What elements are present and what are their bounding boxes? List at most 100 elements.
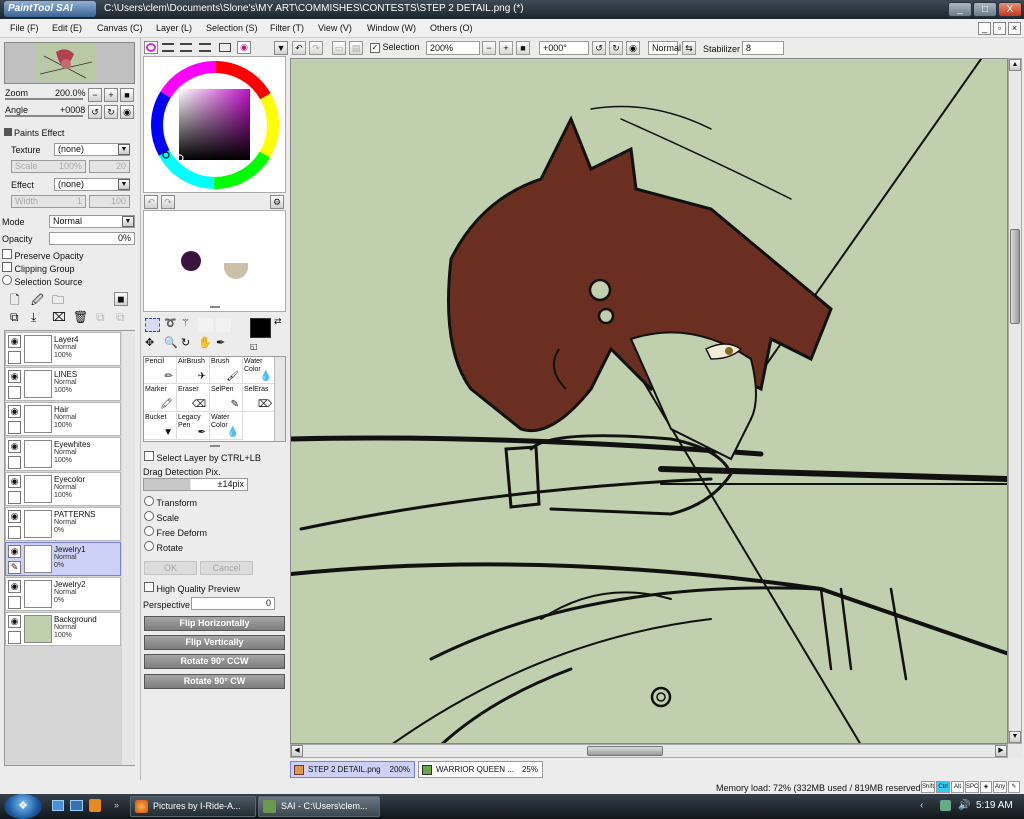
menu-edit[interactable]: Edit (E) — [52, 23, 82, 33]
layer-row[interactable]: ◉ LINES Normal 100% — [5, 367, 121, 401]
maximize-button[interactable]: □ — [973, 2, 997, 17]
flip-view-icon[interactable]: ⇆ — [682, 41, 696, 55]
layer-row[interactable]: ◉ Eyecolor Normal 100% — [5, 472, 121, 506]
rotate-cw-button[interactable]: Rotate 90° CW — [144, 674, 285, 689]
color-wheel-tab-icon[interactable] — [144, 41, 158, 54]
lock-icon[interactable] — [8, 491, 21, 504]
rotate-option[interactable]: Rotate — [144, 541, 183, 553]
apply-mask-icon[interactable]: ⧉ — [96, 310, 105, 325]
menu-canvas[interactable]: Canvas (C) — [97, 23, 143, 33]
nav-zoom-in-icon[interactable]: + — [104, 88, 118, 102]
scroll-right-icon[interactable]: ▶ — [995, 745, 1007, 757]
drag-detection-slider[interactable]: ±14pix — [143, 478, 248, 491]
primary-color-swatch[interactable] — [250, 318, 271, 338]
eye-icon[interactable]: ◉ — [8, 370, 21, 383]
layer-row[interactable]: ◉ PATTERNS Normal 0% — [5, 507, 121, 541]
angle-slider[interactable] — [5, 115, 83, 117]
layer-row[interactable]: ◉ Jewelry2 Normal 0% — [5, 577, 121, 611]
selection-checkbox[interactable]: ✓ — [370, 43, 380, 53]
layer-row[interactable]: ◉ Eyewhites Normal 100% — [5, 437, 121, 471]
splitter-handle[interactable] — [210, 445, 220, 447]
rotate-right-icon[interactable]: ↻ — [609, 41, 623, 55]
network-icon[interactable] — [940, 800, 951, 811]
canvas[interactable] — [290, 58, 1008, 744]
lock-icon[interactable] — [8, 421, 21, 434]
eye-icon[interactable]: ◉ — [8, 335, 21, 348]
nav-zoom-reset-icon[interactable]: ■ — [120, 88, 134, 102]
delete-mask-icon[interactable]: ⧉ — [116, 310, 125, 325]
preserve-opacity-toggle[interactable]: Preserve Opacity — [2, 249, 84, 261]
artwork[interactable] — [291, 59, 1008, 744]
menu-layer[interactable]: Layer (L) — [156, 23, 192, 33]
eye-icon[interactable]: ◉ — [8, 440, 21, 453]
rotate-ccw-button[interactable]: Rotate 90° CCW — [144, 654, 285, 669]
merge-layer-icon[interactable]: ⤓ — [31, 310, 36, 325]
close-button[interactable]: X — [998, 2, 1022, 17]
media-player-icon[interactable] — [89, 799, 101, 812]
stabilizer-dropdown[interactable]: 8 — [742, 41, 784, 55]
layer-row[interactable]: ◉ Layer4 Normal 100% — [5, 332, 121, 366]
eye-icon[interactable]: ◉ — [8, 510, 21, 523]
tool-marker[interactable]: Marker 🖍 — [144, 385, 177, 412]
tool-grid-scrollbar[interactable] — [274, 357, 285, 441]
lock-icon[interactable] — [8, 386, 21, 399]
pen-lock-icon[interactable]: ✎ — [8, 561, 21, 574]
rotate-tool-icon[interactable]: ↻ — [181, 336, 190, 349]
tool-water-color[interactable]: Water Color 💧 — [243, 357, 276, 384]
zoom-slider[interactable] — [5, 98, 83, 100]
doc-tab-warrior-queen[interactable]: WARRIOR QUEEN ... 25% — [418, 761, 543, 778]
delete-layer-icon[interactable]: 🗑 — [73, 310, 88, 324]
layer-row[interactable]: ◉ Hair Normal 100% — [5, 402, 121, 436]
horizontal-scroll-thumb[interactable] — [587, 746, 663, 756]
clear-layer-icon[interactable]: ⌧ — [52, 310, 66, 324]
taskbar-item-sai[interactable]: SAI - C:\Users\clem... — [258, 796, 380, 817]
cancel-button[interactable]: Cancel — [200, 561, 253, 575]
zoom-dropdown[interactable]: 200% — [426, 41, 480, 55]
transform-option[interactable]: Transform — [144, 496, 197, 508]
flip-vertically-button[interactable]: Flip Vertically — [144, 635, 285, 650]
ok-button[interactable]: OK — [144, 561, 197, 575]
rotate-reset-icon[interactable]: ◉ — [626, 41, 640, 55]
move-icon[interactable]: ✥ — [145, 336, 154, 349]
reset-colors-icon[interactable]: ◱ — [250, 342, 258, 351]
hsv-slider-tab-icon[interactable] — [180, 43, 192, 52]
minimize-button[interactable]: _ — [948, 2, 972, 17]
scratchpad-tab-icon[interactable]: ◉ — [237, 41, 251, 54]
tool-water-color[interactable]: Water Color 💧 — [210, 413, 243, 440]
selection-source-toggle[interactable]: Selection Source — [2, 275, 83, 287]
eye-icon[interactable]: ◉ — [8, 475, 21, 488]
zoom-in-icon[interactable]: + — [499, 41, 513, 55]
lock-icon[interactable] — [8, 351, 21, 364]
invert-selection-icon[interactable]: ▤ — [349, 41, 363, 55]
new-folder-icon[interactable]: 🗀 — [52, 291, 64, 312]
rotate-left-icon[interactable]: ↺ — [592, 41, 606, 55]
free-deform-option[interactable]: Free Deform — [144, 526, 207, 538]
quicklaunch-overflow-icon[interactable]: » — [114, 800, 119, 810]
lasso-icon[interactable]: ➰ — [164, 318, 176, 329]
tool-bucket[interactable]: Bucket ▼ — [144, 413, 177, 440]
tray-expand-icon[interactable]: ‹ — [920, 800, 923, 811]
swatch-undo-icon[interactable]: ↶ — [144, 195, 158, 209]
zoom-reset-icon[interactable]: ■ — [516, 41, 530, 55]
swatch-settings-icon[interactable]: ⚙ — [270, 195, 284, 209]
opacity-slider[interactable]: 0% — [49, 232, 135, 245]
switch-windows-icon[interactable] — [70, 800, 83, 811]
nav-rotate-right-icon[interactable]: ↻ — [104, 105, 118, 119]
blend-mode-dropdown[interactable]: Normal — [648, 41, 681, 55]
doc-tab-step2[interactable]: STEP 2 DETAIL.png 200% — [290, 761, 415, 778]
lock-icon[interactable] — [8, 631, 21, 644]
menu-file[interactable]: File (F) — [10, 23, 39, 33]
chevron-down-icon[interactable]: ▼ — [118, 179, 130, 190]
select-by-ctrl-checkbox[interactable] — [144, 451, 154, 461]
start-button[interactable]: ❖ — [4, 794, 42, 819]
menu-view[interactable]: View (V) — [318, 23, 352, 33]
scratchpad-area[interactable] — [143, 210, 286, 312]
eye-icon[interactable]: ◉ — [8, 580, 21, 593]
flip-horizontally-button[interactable]: Flip Horizontally — [144, 616, 285, 631]
navigator-thumbnail[interactable] — [36, 44, 96, 82]
tool-legacy-pen[interactable]: Legacy Pen ✒ — [177, 413, 210, 440]
layer-row[interactable]: ◉ ✎ Jewelry1 Normal 0% — [5, 542, 121, 576]
rgb-slider-tab-icon[interactable] — [162, 43, 174, 52]
hand-icon[interactable]: ✋ — [198, 336, 212, 349]
rotation-dropdown[interactable]: +000° — [539, 41, 589, 55]
